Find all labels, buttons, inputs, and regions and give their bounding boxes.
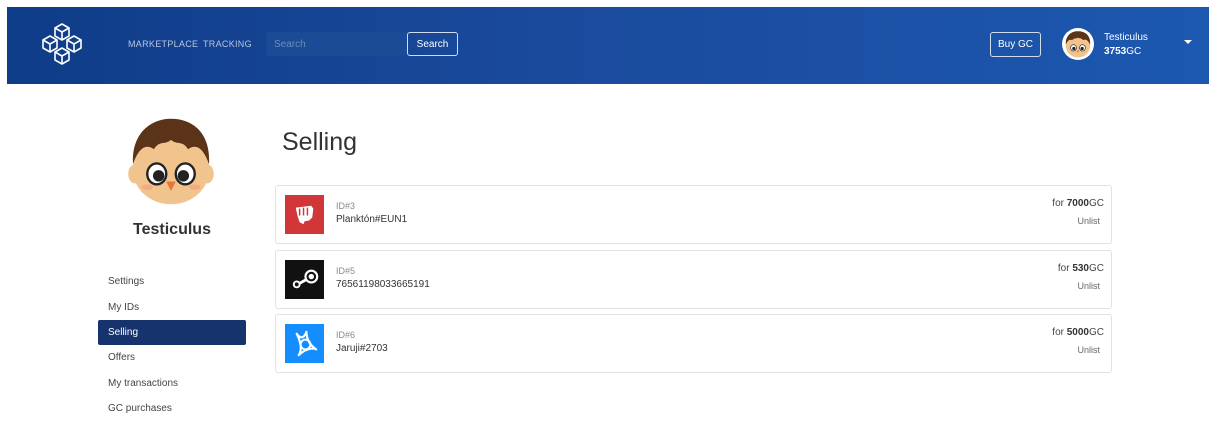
listing-price-value: 5000 (1066, 327, 1089, 338)
header-balance-unit: GC (1126, 46, 1142, 57)
listing-id: ID#6 (336, 330, 356, 340)
steam-icon (285, 260, 324, 299)
listing-price-prefix: for (1057, 263, 1073, 274)
user-menu-caret-icon[interactable] (1184, 40, 1192, 44)
sidebar-item-my-transactions[interactable]: My transactions (98, 371, 246, 396)
top-navbar: MARKETPLACE TRACKING Search Buy GC Testi… (7, 7, 1209, 84)
listing-price-unit: GC (1089, 327, 1104, 338)
listing-card: ID#3 Planktón#EUN1 for 7000GC Unlist (275, 185, 1112, 244)
buy-gc-button[interactable]: Buy GC (990, 32, 1041, 57)
riot-fist-icon (285, 195, 324, 234)
header-balance: 3753GC (1104, 46, 1141, 57)
listing-price: for 7000GC (1052, 198, 1104, 209)
unlist-link[interactable]: Unlist (1077, 281, 1100, 291)
listing-price-prefix: for (1052, 198, 1067, 209)
sidebar-item-settings[interactable]: Settings (98, 269, 246, 294)
nav-tracking-link[interactable]: TRACKING (203, 39, 252, 49)
listing-card: ID#5 76561198033665191 for 530GC Unlist (275, 250, 1112, 309)
listing-price-value: 530 (1072, 263, 1089, 274)
header-username: Testiculus (1104, 32, 1148, 43)
cubes-logo-icon[interactable] (37, 21, 87, 71)
battlenet-icon (285, 324, 324, 363)
unlist-link[interactable]: Unlist (1077, 345, 1100, 355)
profile-name: Testiculus (133, 221, 211, 238)
profile-avatar (128, 118, 214, 205)
listing-price: for 530GC (1058, 263, 1104, 274)
listing-name: 76561198033665191 (336, 279, 430, 290)
listing-price-unit: GC (1089, 198, 1104, 209)
listing-price-unit: GC (1089, 263, 1104, 274)
unlist-link[interactable]: Unlist (1077, 216, 1100, 226)
listing-name: Jaruji#2703 (336, 343, 388, 354)
nav-marketplace-link[interactable]: MARKETPLACE (128, 39, 198, 49)
sidebar-item-offers[interactable]: Offers (98, 345, 246, 370)
page-title: Selling (282, 128, 358, 156)
search-button[interactable]: Search (407, 32, 458, 56)
listing-name: Planktón#EUN1 (336, 214, 408, 225)
listing-price-prefix: for (1052, 327, 1067, 338)
listing-id: ID#5 (336, 266, 356, 276)
search-input[interactable] (267, 32, 407, 56)
sidebar-item-my-ids[interactable]: My IDs (98, 295, 246, 320)
sidebar-item-gc-purchases[interactable]: GC purchases (98, 396, 246, 421)
listing-card: ID#6 Jaruji#2703 for 5000GC Unlist (275, 314, 1112, 373)
header-balance-value: 3753 (1104, 46, 1127, 57)
listing-id: ID#3 (336, 201, 356, 211)
listing-price-value: 7000 (1066, 198, 1089, 209)
sidebar-item-selling[interactable]: Selling (98, 320, 246, 345)
listing-price: for 5000GC (1052, 327, 1104, 338)
user-avatar[interactable] (1062, 28, 1094, 60)
